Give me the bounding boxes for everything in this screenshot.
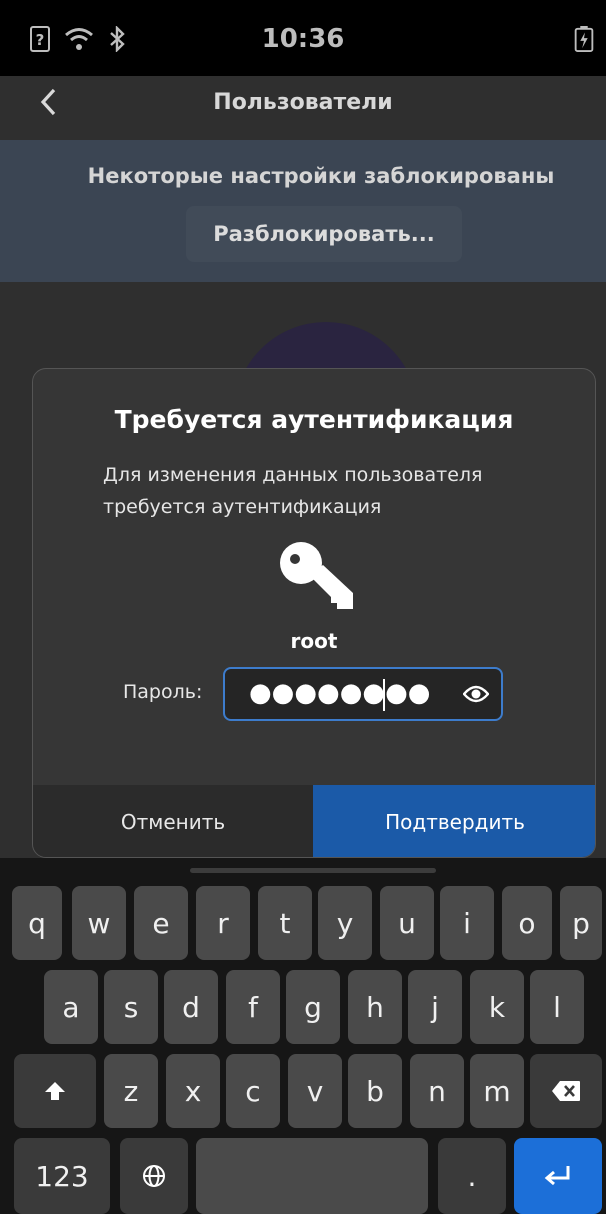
- clock: 10:36: [261, 24, 345, 54]
- status-bar: ? 10:36: [0, 0, 606, 76]
- key-u[interactable]: u: [380, 886, 434, 960]
- key-a[interactable]: a: [44, 970, 98, 1044]
- eye-icon[interactable]: [463, 683, 489, 705]
- key-q[interactable]: q: [12, 886, 62, 960]
- key-x[interactable]: x: [166, 1054, 220, 1128]
- language-key[interactable]: [120, 1138, 188, 1214]
- key-e[interactable]: e: [134, 886, 188, 960]
- key-icon: [280, 542, 353, 609]
- cancel-button[interactable]: Отменить: [33, 785, 313, 857]
- locked-settings-banner: Некоторые настройки заблокированы Разбло…: [0, 140, 606, 282]
- key-f[interactable]: f: [226, 970, 280, 1044]
- numbers-key[interactable]: 123: [14, 1138, 110, 1214]
- unlock-button[interactable]: Разблокировать...: [186, 206, 462, 262]
- key-b[interactable]: b: [348, 1054, 402, 1128]
- authentication-dialog: Требуется аутентификация Для изменения д…: [32, 368, 596, 858]
- key-l[interactable]: l: [530, 970, 584, 1044]
- space-key[interactable]: [196, 1138, 428, 1214]
- banner-message: Некоторые настройки заблокированы: [87, 164, 555, 188]
- key-k[interactable]: k: [470, 970, 524, 1044]
- key-v[interactable]: v: [288, 1054, 342, 1128]
- battery-charging-icon: [574, 26, 594, 52]
- key-d[interactable]: d: [164, 970, 218, 1044]
- key-y[interactable]: y: [318, 886, 372, 960]
- key-z[interactable]: z: [104, 1054, 158, 1128]
- key-r[interactable]: r: [196, 886, 250, 960]
- key-t[interactable]: t: [258, 886, 312, 960]
- key-j[interactable]: j: [408, 970, 462, 1044]
- key-s[interactable]: s: [104, 970, 158, 1044]
- key-p[interactable]: p: [560, 886, 602, 960]
- keyboard-handle[interactable]: [190, 868, 436, 873]
- key-h[interactable]: h: [348, 970, 402, 1044]
- on-screen-keyboard: q w e r t y u i o p a s d f g h j k l z …: [0, 858, 606, 1214]
- dialog-title: Требуется аутентификация: [114, 405, 514, 434]
- password-label: Пароль:: [123, 681, 203, 703]
- shift-icon: [45, 1082, 65, 1100]
- shift-key[interactable]: [14, 1054, 96, 1128]
- confirm-button[interactable]: Подтвердить: [313, 785, 595, 857]
- enter-icon: [544, 1166, 570, 1186]
- enter-key[interactable]: [514, 1138, 602, 1214]
- globe-icon: [143, 1165, 165, 1187]
- password-input[interactable]: ●●●●●●●●: [223, 667, 503, 721]
- period-key[interactable]: .: [438, 1138, 506, 1214]
- key-w[interactable]: w: [72, 886, 126, 960]
- backspace-icon: [552, 1081, 580, 1101]
- backspace-key[interactable]: [530, 1054, 602, 1128]
- key-g[interactable]: g: [286, 970, 340, 1044]
- key-m[interactable]: m: [470, 1054, 524, 1128]
- key-o[interactable]: o: [502, 886, 552, 960]
- page-title: Пользователи: [213, 90, 393, 115]
- dialog-description: Для изменения данных пользователя требуе…: [103, 464, 483, 518]
- key-c[interactable]: c: [226, 1054, 280, 1128]
- key-n[interactable]: n: [410, 1054, 464, 1128]
- key-i[interactable]: i: [440, 886, 494, 960]
- text-caret: [383, 679, 385, 711]
- header: Пользователи: [0, 76, 606, 140]
- password-value: ●●●●●●●●: [249, 678, 431, 708]
- username: root: [290, 629, 338, 653]
